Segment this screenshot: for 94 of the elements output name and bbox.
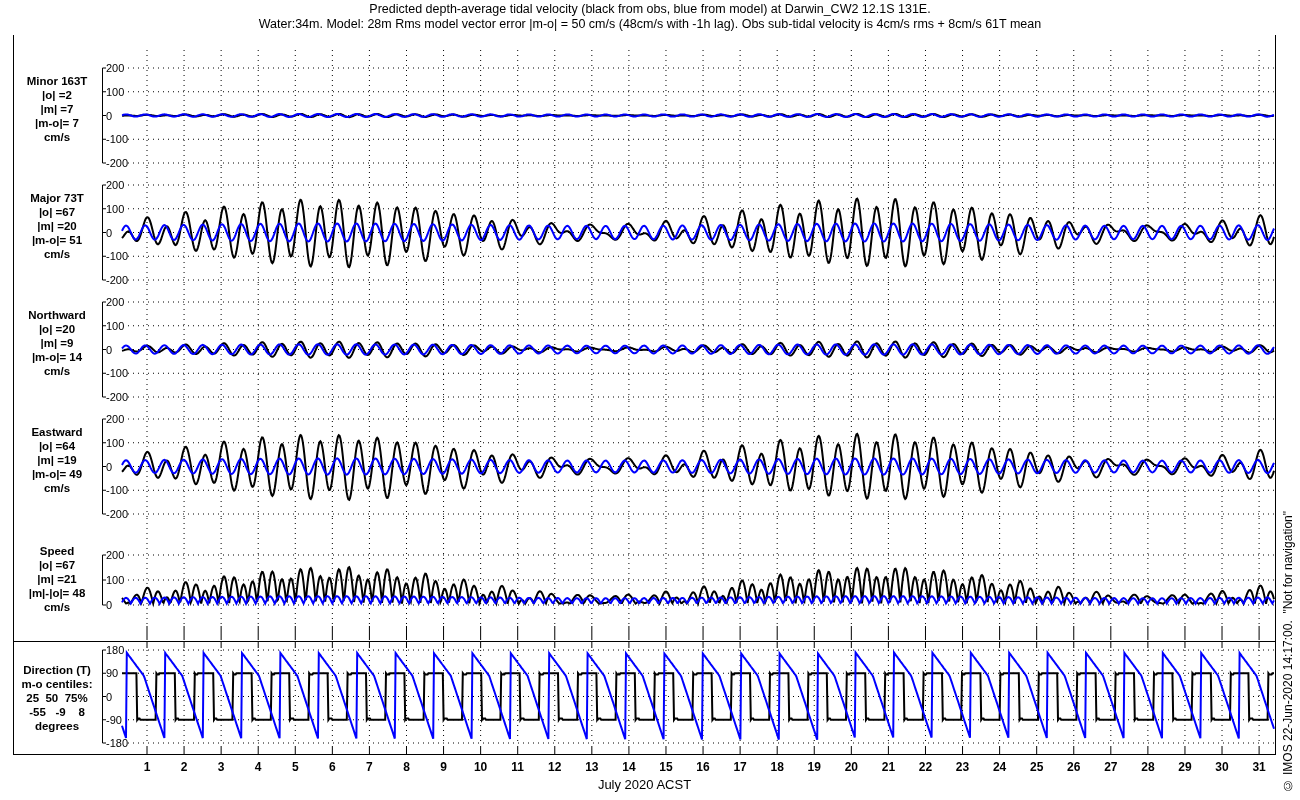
stat-text: cm/s	[43, 600, 71, 614]
day-label: 25	[1030, 760, 1044, 774]
axis-title: July 2020 ACST	[597, 777, 692, 792]
tick-label: 100	[106, 319, 125, 332]
stat-text: |m-o|= 49	[31, 466, 83, 481]
day-label: 14	[622, 760, 636, 774]
day-label: 23	[955, 760, 970, 774]
day-label: 22	[918, 760, 933, 774]
day-label: 20	[844, 760, 858, 774]
chart-title: Predicted depth-average tidal velocity (black from obs, blue from model) at Darwin_CW2 12.1S 131E.	[368, 2, 932, 17]
tick-label: 0	[106, 109, 113, 122]
stat-text: cm/s	[43, 480, 71, 495]
stat-text: |m| =19	[37, 452, 77, 467]
day-label: 10	[473, 760, 488, 774]
tick-label: -100	[106, 484, 129, 497]
day-label: 11	[511, 760, 525, 774]
tick-label: -100	[106, 250, 129, 263]
panel-title: Direction (T)	[23, 663, 91, 677]
day-label: 6	[329, 760, 336, 774]
stat-text: m-o centiles:	[21, 677, 93, 691]
day-label: 8	[403, 760, 410, 774]
tick-label: 200	[106, 549, 125, 561]
day-label: 9	[440, 760, 447, 774]
credit-text: © IMOS 22-Jun-2020 14:17:00. "Not for navigation"	[1281, 510, 1295, 792]
day-label: 5	[291, 760, 299, 774]
stat-text: |m|-|o|= 48	[28, 586, 86, 600]
stat-text: |o| =64	[38, 438, 76, 453]
tick-label: -200	[106, 508, 129, 518]
stat-text: |o| =67	[38, 558, 76, 572]
day-label: 4	[254, 760, 262, 774]
day-label: 18	[770, 760, 784, 774]
day-label: 16	[696, 760, 710, 774]
day-label: 15	[659, 760, 673, 774]
panel-title: Speed	[39, 544, 75, 558]
day-label: 29	[1178, 760, 1192, 774]
day-label: 12	[548, 760, 562, 774]
stat-text: |o| =20	[38, 321, 76, 336]
stat-text: cm/s	[43, 129, 71, 144]
chart-title: Water:34m. Model: 28m Rms model vector error |m-o| = 50 cm/s (48cm/s with -1h lag). Obs sub-tidal velocity is 4cm/s rms + 8cm/s 61T mean	[257, 17, 1043, 32]
panel-title: Major 73T	[30, 190, 84, 205]
tick-label: 0	[106, 690, 113, 703]
tick-label: -100	[106, 367, 129, 380]
day-label: 30	[1215, 760, 1229, 774]
stat-text: -55 -9 8	[29, 705, 85, 719]
day-label: 19	[807, 760, 821, 774]
day-label: 17	[733, 760, 747, 774]
tick-label: 200	[106, 296, 125, 308]
stat-text: |m-o|= 51	[31, 232, 83, 247]
stat-text: |o| =67	[38, 204, 76, 219]
tick-label: -200	[106, 274, 129, 284]
stat-text: |m| =20	[37, 218, 77, 233]
tick-label: 180	[106, 644, 125, 656]
tick-label: 0	[106, 343, 113, 356]
day-label: 26	[1067, 760, 1081, 774]
tick-label: 0	[106, 460, 113, 473]
stat-text: degrees	[34, 719, 80, 733]
tick-label: -180	[106, 737, 129, 749]
panel-title: Eastward	[31, 424, 83, 439]
tick-label: 100	[106, 85, 125, 98]
stat-text: cm/s	[43, 363, 71, 378]
day-label: 2	[180, 760, 188, 774]
day-label: 7	[366, 760, 373, 774]
y-axis	[102, 554, 107, 606]
stat-text: cm/s	[43, 246, 71, 261]
panel-title: Minor 163T	[26, 73, 88, 88]
tick-label: -90	[106, 713, 122, 726]
stat-text: |m-o|= 7	[35, 115, 79, 130]
panel-title: Northward	[28, 307, 86, 322]
day-label: 3	[217, 760, 225, 774]
tick-label: 200	[106, 413, 125, 425]
stat-text: |m| =7	[40, 101, 74, 116]
tick-label: 200	[106, 179, 125, 191]
day-label: 27	[1104, 760, 1118, 774]
day-label: 28	[1141, 760, 1155, 774]
stat-text: |m| =21	[37, 572, 77, 586]
tick-label: 100	[106, 202, 125, 215]
tick-label: 200	[106, 62, 125, 74]
stat-text: |m-o|= 14	[31, 349, 83, 364]
tick-label: 0	[106, 226, 113, 239]
day-label: 21	[881, 760, 896, 774]
tick-label: -200	[106, 391, 129, 401]
stat-text: |m| =9	[40, 335, 74, 350]
tick-label: 100	[106, 436, 125, 449]
tick-label: 90	[106, 667, 119, 680]
day-label: 1	[143, 760, 151, 774]
tick-label: -100	[106, 133, 129, 146]
day-label: 13	[585, 760, 599, 774]
tick-label: -200	[106, 157, 129, 167]
tick-label: 0	[106, 599, 113, 611]
stat-text: 25 50 75%	[26, 691, 88, 705]
stat-text: |o| =2	[42, 87, 72, 102]
tick-label: 100	[106, 574, 125, 586]
day-label: 31	[1252, 760, 1266, 774]
day-label: 24	[992, 760, 1007, 774]
